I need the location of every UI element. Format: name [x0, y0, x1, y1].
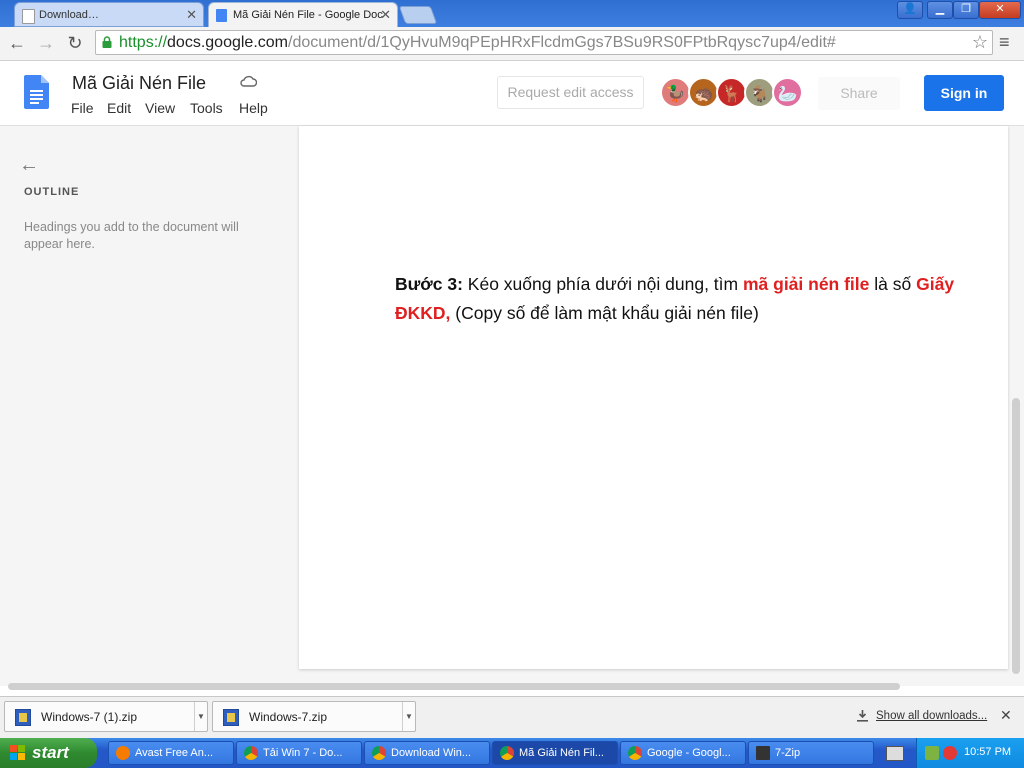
chrome-icon	[628, 746, 642, 760]
reload-icon[interactable]: ↻	[65, 33, 85, 53]
url-text: https://docs.google.com/document/d/1QyHv…	[119, 34, 836, 52]
show-all-downloads-link[interactable]: Show all downloads...	[876, 710, 987, 722]
close-icon[interactable]: ✕	[1000, 707, 1012, 724]
lock-icon	[102, 36, 112, 48]
paragraph-text: (Copy số để làm mật khẩu giải nén file)	[450, 303, 759, 323]
zip-file-icon	[15, 709, 31, 726]
document-page[interactable]: Bước 3: Kéo xuống phía dưới nội dung, tì…	[299, 126, 1008, 669]
taskbar-item-chrome[interactable]: Google - Googl...	[620, 741, 746, 765]
chrome-icon	[500, 746, 514, 760]
bookmark-star-icon[interactable]: ☆	[972, 32, 988, 53]
minimize-button[interactable]: ▁	[927, 1, 953, 19]
system-clock: 10:57 PM	[964, 746, 1012, 758]
taskbar-item-chrome-active[interactable]: Mã Giải Nén Fil...	[492, 741, 618, 765]
close-icon[interactable]: ✕	[380, 3, 391, 27]
outline-hint: Headings you add to the document will ap…	[24, 220, 239, 251]
paragraph-text: là số	[869, 274, 917, 294]
start-label: start	[32, 743, 69, 762]
start-button[interactable]: start	[0, 738, 97, 768]
document-title[interactable]: Mã Giải Nén File	[72, 73, 206, 94]
tab-docs[interactable]: Mã Giải Nén File - Google Doc ✕	[208, 2, 398, 27]
url-path: /document/d/1QyHvuM9qPEpHRxFlcdmGgs7BSu9…	[288, 34, 836, 51]
chrome-menu-icon[interactable]: ≡	[999, 32, 1010, 53]
menu-file[interactable]: File	[71, 100, 94, 116]
highlight-text: Giấy	[916, 274, 955, 294]
docs-icon	[216, 9, 227, 22]
zip-file-icon	[223, 709, 239, 726]
share-button[interactable]: Share	[818, 77, 900, 110]
url-scheme: https://	[119, 34, 168, 51]
cloud-saved-icon	[240, 75, 257, 87]
windows-taskbar: start Avast Free An... Tải Win 7 - Do...…	[0, 738, 1024, 768]
taskbar-item-chrome[interactable]: Download Win...	[364, 741, 490, 765]
taskbar-item-label: Avast Free An...	[135, 747, 214, 759]
tab-title: Mã Giải Nén File - Google Doc	[233, 9, 383, 21]
vertical-scrollbar[interactable]	[1012, 398, 1020, 674]
restore-button[interactable]: ❐	[953, 1, 979, 19]
document-paragraph: Bước 3: Kéo xuống phía dưới nội dung, tì…	[395, 270, 1008, 328]
browser-toolbar: ← → ↻ https://docs.google.com/document/d…	[0, 27, 1024, 61]
download-filename: Windows-7.zip	[249, 710, 328, 724]
taskbar-item-chrome[interactable]: Tải Win 7 - Do...	[236, 741, 362, 765]
document-workspace: ← OUTLINE Headings you add to the docume…	[0, 126, 1024, 686]
sign-in-button[interactable]: Sign in	[924, 75, 1004, 111]
address-bar[interactable]: https://docs.google.com/document/d/1QyHv…	[95, 30, 993, 55]
close-outline-arrow-icon[interactable]: ←	[19, 154, 39, 177]
menu-help[interactable]: Help	[239, 100, 268, 116]
outline-title: OUTLINE	[24, 186, 80, 198]
taskbar-item-label: Tải Win 7 - Do...	[263, 747, 343, 759]
menu-view[interactable]: View	[145, 100, 175, 116]
back-icon[interactable]: ←	[7, 33, 27, 53]
tray-app-icon[interactable]	[925, 746, 939, 760]
close-window-button[interactable]: ✕	[979, 1, 1021, 19]
taskbar-item-avast[interactable]: Avast Free An...	[108, 741, 234, 765]
chrome-icon	[244, 746, 258, 760]
keyboard-icon[interactable]	[886, 746, 904, 761]
request-edit-access-button[interactable]: Request edit access	[497, 76, 644, 109]
avast-icon	[116, 746, 130, 760]
download-item[interactable]: Windows-7 (1).zip ▼	[4, 701, 208, 732]
forward-icon[interactable]: →	[36, 33, 56, 53]
chevron-down-icon[interactable]: ▼	[402, 702, 415, 731]
highlight-text: ĐKKD,	[395, 303, 451, 323]
tab-download[interactable]: Download… ✕	[14, 2, 204, 27]
highlight-text: mã giải nén file	[742, 274, 870, 294]
new-tab-button[interactable]	[398, 6, 438, 24]
browser-tab-strip: Download… ✕ Mã Giải Nén File - Google Do…	[0, 0, 1024, 27]
paragraph-text: Kéo xuống phía dưới nội dung, tìm	[462, 274, 743, 294]
download-icon	[857, 710, 868, 722]
download-bar: Windows-7 (1).zip ▼ Windows-7.zip ▼ Show…	[0, 696, 1024, 739]
chrome-icon	[372, 746, 386, 760]
taskbar-item-label: Download Win...	[391, 747, 472, 759]
taskbar-item-7zip[interactable]: 7-Zip	[748, 741, 874, 765]
7zip-icon	[756, 746, 770, 760]
taskbar-item-label: Google - Googl...	[647, 747, 731, 759]
chevron-down-icon[interactable]: ▼	[194, 702, 207, 731]
anonymous-avatar-deer-icon[interactable]: 🦌	[716, 77, 747, 108]
menu-tools[interactable]: Tools	[190, 100, 223, 116]
docs-header: Mã Giải Nén File File Edit View Tools He…	[0, 61, 1024, 126]
anonymous-avatar-swan-icon[interactable]: 🦢	[772, 77, 803, 108]
anonymous-avatar-duck-icon[interactable]: 🦆	[660, 77, 691, 108]
tab-title: Download…	[39, 9, 99, 21]
download-filename: Windows-7 (1).zip	[41, 710, 138, 724]
user-icon[interactable]: 👤	[897, 1, 923, 19]
taskbar-item-label: 7-Zip	[775, 747, 801, 759]
taskbar-item-label: Mã Giải Nén Fil...	[519, 747, 604, 759]
windows-flag-icon	[10, 745, 25, 760]
close-icon[interactable]: ✕	[186, 3, 197, 26]
anonymous-avatar-hedgehog-icon[interactable]: 🦔	[688, 77, 719, 108]
url-host: docs.google.com	[167, 34, 288, 51]
page-icon	[22, 9, 35, 24]
anonymous-avatar-goat-icon[interactable]: 🐐	[744, 77, 775, 108]
step-label: Bước 3:	[395, 274, 463, 294]
download-item[interactable]: Windows-7.zip ▼	[212, 701, 416, 732]
tray-alert-icon[interactable]	[943, 746, 957, 760]
horizontal-scrollbar[interactable]	[8, 683, 900, 690]
google-docs-logo-icon[interactable]	[24, 75, 49, 109]
menu-edit[interactable]: Edit	[107, 100, 131, 116]
